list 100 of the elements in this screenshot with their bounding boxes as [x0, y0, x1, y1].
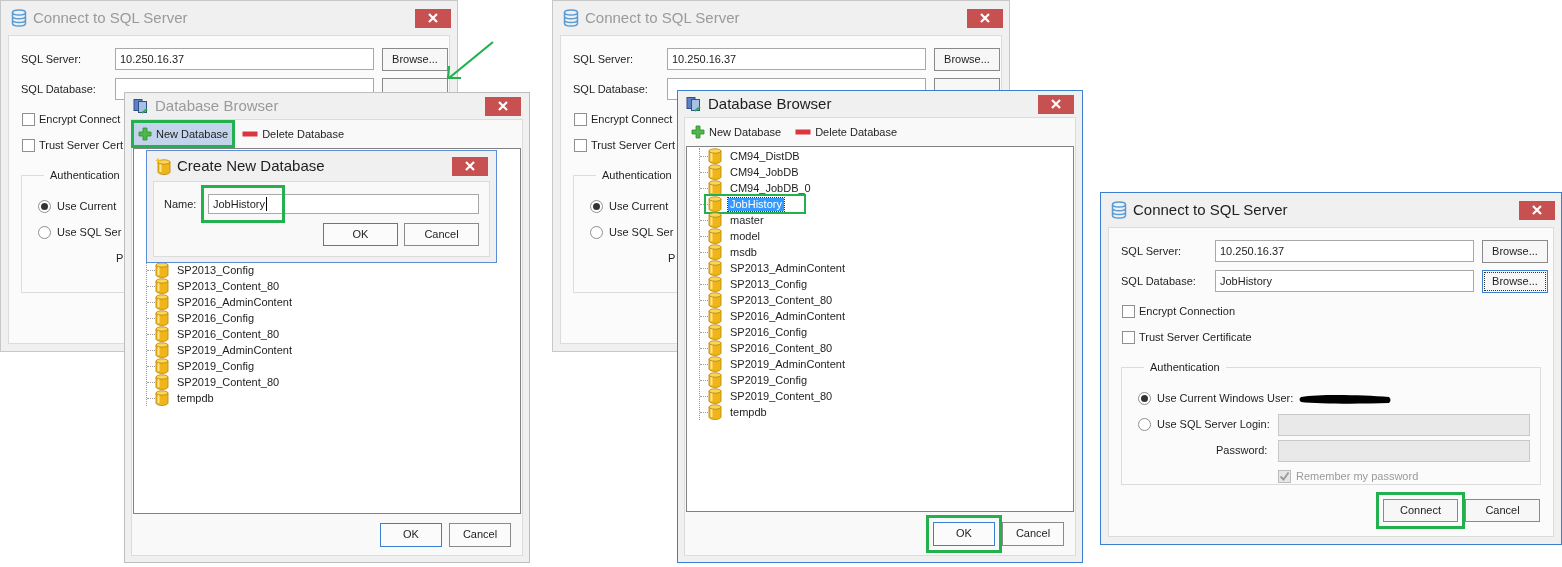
radio-label: Use Current Windows User: [1157, 391, 1294, 407]
radio-button[interactable] [38, 200, 51, 213]
close-button[interactable] [1038, 94, 1074, 114]
database-icon [708, 340, 722, 356]
database-icon [155, 157, 173, 175]
tree-item[interactable]: SP2019_Config [728, 373, 810, 387]
tree-item[interactable]: SP2016_Config [728, 325, 810, 339]
plus-icon [138, 127, 152, 141]
dialog-button[interactable]: Cancel [449, 522, 511, 547]
tree-item[interactable]: SP2019_AdminContent [175, 343, 294, 357]
input-field[interactable]: 10.250.16.37 [667, 48, 926, 70]
database-icon [708, 356, 722, 372]
dialog-button[interactable]: Cancel [1002, 521, 1064, 546]
checkbox[interactable] [574, 138, 587, 152]
tree-item[interactable]: SP2013_Config [728, 277, 810, 291]
tree-item[interactable]: SP2019_Config [175, 359, 257, 373]
dialog-button[interactable]: OK [933, 521, 995, 546]
toolbar-button[interactable]: Delete Database [791, 121, 902, 143]
toolbar-button[interactable]: Delete Database [238, 123, 349, 145]
field-label: P [668, 251, 676, 267]
dialog-button[interactable]: Cancel [1465, 499, 1540, 522]
close-button[interactable] [485, 96, 521, 116]
radio-label: Use Current [609, 199, 669, 215]
checkbox[interactable] [22, 112, 35, 126]
database-icon [708, 372, 722, 388]
close-button[interactable] [967, 8, 1003, 28]
tree-item[interactable]: master [728, 213, 766, 227]
radio-button[interactable] [1138, 418, 1151, 431]
dialog-button[interactable]: Cancel [404, 223, 479, 246]
database-icon [155, 374, 169, 390]
toolbar-button[interactable]: New Database [687, 121, 786, 143]
close-icon [1051, 99, 1061, 109]
checkbox-label: Trust Server Cert [591, 137, 675, 153]
field-value: JobHistory [213, 197, 267, 211]
tree-item[interactable]: SP2019_Content_80 [728, 389, 835, 403]
tree-item[interactable]: CM94_JobDB [728, 165, 801, 179]
input-field[interactable]: JobHistory [1215, 270, 1474, 292]
tree-item[interactable]: SP2013_AdminContent [728, 261, 847, 275]
close-button[interactable] [1519, 200, 1555, 220]
minus-icon [795, 129, 812, 135]
dialog-button[interactable]: Connect [1383, 499, 1458, 522]
tree-item[interactable]: SP2019_Content_80 [175, 375, 282, 389]
field-label: SQL Database: [1121, 273, 1197, 289]
input-field[interactable]: 10.250.16.37 [1215, 240, 1474, 262]
browse-button[interactable]: Browse... [382, 47, 448, 71]
database-icon [708, 292, 722, 308]
dialog-button[interactable]: OK [380, 522, 442, 547]
database-icon [1111, 201, 1127, 219]
plus-icon [691, 125, 705, 139]
tree-item[interactable]: SP2016_Content_80 [728, 341, 835, 355]
tree-item[interactable]: SP2013_Content_80 [175, 279, 282, 293]
tree-item[interactable]: msdb [728, 245, 759, 259]
browse-button[interactable]: Browse... [1482, 269, 1548, 293]
checkbox[interactable] [1122, 304, 1135, 318]
checkbox[interactable] [1122, 330, 1135, 344]
database-icon [155, 310, 169, 326]
input-field[interactable]: JobHistory [208, 194, 479, 214]
field-label: Name: [164, 196, 198, 212]
checkbox[interactable] [574, 112, 587, 126]
radio-button[interactable] [590, 200, 603, 213]
tree-item[interactable]: tempdb [175, 391, 216, 405]
toolbar-button[interactable]: New Database [134, 123, 233, 145]
input-field[interactable]: 10.250.16.37 [115, 48, 374, 70]
window-title: Connect to SQL Server [585, 7, 740, 28]
tree-item[interactable]: SP2016_AdminContent [728, 309, 847, 323]
tree-item[interactable]: SP2016_Config [175, 311, 257, 325]
checkbox-label: Trust Server Cert [39, 137, 123, 153]
tree-item[interactable]: SP2016_Content_80 [175, 327, 282, 341]
window-title: Database Browser [155, 95, 279, 116]
tree-item[interactable]: model [728, 229, 762, 243]
tree-item[interactable]: CM94_JobDB_0 [728, 181, 813, 195]
field-label: P [116, 251, 124, 267]
radio-label: Use SQL Ser [609, 225, 674, 241]
tree-item[interactable]: SP2013_Config [175, 263, 257, 277]
radio-button[interactable] [38, 226, 51, 239]
computer-icon [686, 96, 702, 112]
group-title: Authentication [601, 168, 673, 183]
tree-item[interactable]: SP2013_Content_80 [728, 293, 835, 307]
checkbox-label: Trust Server Certificate [1139, 329, 1252, 345]
database-icon [708, 388, 722, 404]
dialog-button[interactable]: OK [323, 223, 398, 246]
group-title: Authentication [1149, 360, 1221, 375]
radio-button[interactable] [590, 226, 603, 239]
database-icon [708, 228, 722, 244]
tree-item[interactable]: tempdb [728, 405, 769, 419]
field-label: SQL Database: [573, 81, 649, 97]
tree-item[interactable]: SP2016_AdminContent [175, 295, 294, 309]
browse-button[interactable]: Browse... [1482, 239, 1548, 263]
checkbox[interactable] [22, 138, 35, 152]
tree-item[interactable]: SP2019_AdminContent [728, 357, 847, 371]
browse-button[interactable]: Browse... [934, 47, 1000, 71]
database-icon [708, 276, 722, 292]
tree-item[interactable]: CM94_DistDB [728, 149, 802, 163]
close-icon [1532, 205, 1542, 215]
close-button[interactable] [452, 156, 488, 176]
radio-button[interactable] [1138, 392, 1151, 405]
close-button[interactable] [415, 8, 451, 28]
database-icon [155, 294, 169, 310]
database-icon [155, 342, 169, 358]
window-title: Database Browser [708, 93, 832, 114]
